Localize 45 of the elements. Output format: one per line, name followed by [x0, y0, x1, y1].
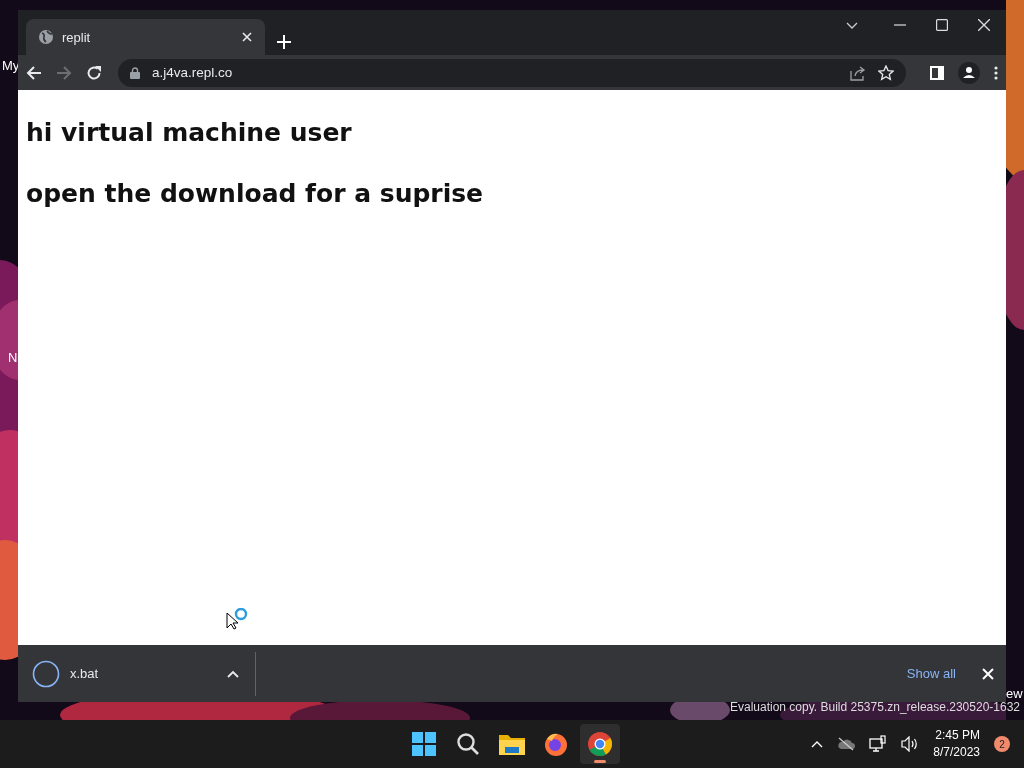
clock-time: 2:45 PM — [935, 727, 980, 744]
cloud-off-icon[interactable] — [837, 737, 856, 751]
browser-tab[interactable]: replit — [26, 19, 265, 55]
folder-icon[interactable] — [499, 733, 525, 755]
globe-icon — [38, 29, 54, 45]
windows-logo-icon[interactable] — [412, 732, 436, 756]
desktop-icon-label: My — [2, 58, 20, 73]
watermark-text: Evaluation copy. Build 25375.zn_release.230520-1632 — [730, 700, 1020, 714]
maximize-icon[interactable] — [936, 19, 948, 31]
desktop-icon-label: ew — [1006, 686, 1023, 701]
new-tab-icon[interactable] — [277, 35, 291, 49]
share-icon[interactable] — [850, 64, 866, 81]
reload-icon[interactable] — [86, 64, 102, 81]
fox-globe-icon[interactable] — [543, 731, 569, 757]
progress-ring-icon — [32, 659, 60, 688]
chevron-down-icon[interactable] — [846, 22, 858, 30]
page-heading: open the download for a suprise — [26, 179, 485, 208]
close-window-icon[interactable] — [978, 19, 990, 31]
address-bar[interactable]: a.j4va.repl.co — [118, 58, 906, 87]
lock-icon — [130, 66, 140, 79]
chrome-icon[interactable] — [587, 731, 613, 757]
desktop-icon-label: N — [8, 350, 18, 365]
clock[interactable]: 2:45 PM 8/7/2023 — [933, 727, 980, 761]
side-panel-icon[interactable] — [930, 65, 944, 80]
speaker-icon[interactable] — [901, 736, 920, 752]
close-icon — [982, 667, 994, 680]
back-icon[interactable] — [26, 64, 42, 81]
show-all-link[interactable]: Show all — [900, 665, 962, 682]
tab-title: replit — [62, 29, 92, 45]
network-icon[interactable] — [869, 735, 888, 753]
busy-cursor-icon — [226, 608, 250, 630]
page-heading: hi virtual machine user — [26, 118, 353, 147]
close-download-bar-button[interactable] — [982, 667, 994, 680]
taskbar-app[interactable] — [580, 724, 620, 764]
caret-up-icon[interactable] — [227, 669, 239, 678]
download-filename: x.bat — [70, 666, 100, 681]
profile-icon[interactable] — [958, 61, 980, 84]
star-icon[interactable] — [878, 64, 894, 81]
menu-icon[interactable] — [994, 65, 998, 80]
clock-date: 8/7/2023 — [933, 744, 980, 761]
download-item[interactable]: x.bat — [32, 651, 256, 696]
search-icon[interactable] — [456, 732, 480, 756]
close-icon — [242, 32, 252, 42]
notification-badge[interactable]: 2 — [994, 736, 1010, 752]
chevron-up-icon[interactable] — [811, 740, 824, 748]
